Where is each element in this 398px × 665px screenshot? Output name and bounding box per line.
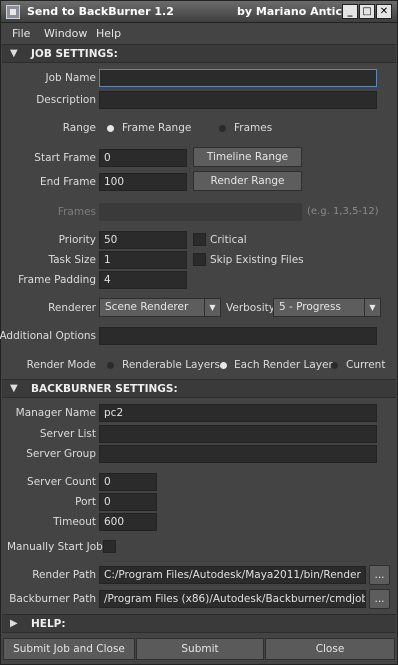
render-mode-each-layer-label: Each Render Layer — [234, 359, 333, 371]
job-name-label: Job Name — [45, 72, 96, 84]
render-mode-label: Render Mode — [26, 359, 96, 371]
backburner-settings-title: BACKBURNER SETTINGS: — [31, 383, 178, 395]
submit-and-close-button[interactable]: Submit Job and Close — [3, 638, 135, 660]
priority-label: Priority — [58, 234, 96, 246]
range-frames-label: Frames — [234, 122, 273, 134]
render-mode-renderable-label: Renderable Layers — [122, 359, 220, 371]
priority-input[interactable]: 50 — [99, 231, 187, 249]
critical-checkbox[interactable] — [193, 233, 206, 246]
range-frame-range-radio[interactable] — [107, 125, 114, 132]
render-mode-renderable-radio[interactable] — [107, 362, 114, 369]
manager-name-input[interactable]: pc2 — [99, 404, 377, 422]
frame-padding-label: Frame Padding — [18, 274, 96, 286]
timeline-range-button[interactable]: Timeline Range — [193, 147, 302, 167]
minimize-icon[interactable]: _ — [342, 4, 358, 19]
skip-existing-label: Skip Existing Files — [210, 254, 304, 266]
server-count-label: Server Count — [27, 476, 96, 488]
start-frame-label: Start Frame — [34, 152, 96, 164]
frames-input[interactable] — [99, 203, 302, 221]
render-path-browse-button[interactable]: ... — [369, 565, 390, 585]
expand-arrow-icon: ▶ — [10, 618, 18, 629]
window-title: Send to BackBurner 1.2 — [27, 5, 174, 18]
renderer-label: Renderer — [48, 302, 96, 314]
renderer-dropdown[interactable]: Scene Renderer ▼ — [99, 298, 221, 317]
maximize-icon[interactable]: □ — [359, 4, 375, 19]
timeout-input[interactable]: 600 — [99, 513, 157, 531]
backburner-path-browse-button[interactable]: ... — [369, 589, 390, 609]
render-mode-current-label: Current — [346, 359, 386, 371]
job-settings-header[interactable]: ▼ JOB SETTINGS: — [2, 44, 396, 63]
collapse-arrow-icon: ▼ — [10, 383, 18, 394]
chevron-down-icon: ▼ — [204, 299, 220, 316]
frames-label: Frames — [57, 206, 96, 218]
description-label: Description — [36, 94, 96, 106]
end-frame-input[interactable]: 100 — [99, 173, 187, 191]
backburner-path-label: Backburner Path — [9, 593, 96, 605]
timeout-label: Timeout — [53, 516, 96, 528]
backburner-settings-header[interactable]: ▼ BACKBURNER SETTINGS: — [2, 379, 396, 398]
range-frame-range-label: Frame Range — [122, 122, 192, 134]
server-count-input[interactable]: 0 — [99, 473, 157, 491]
description-input[interactable] — [99, 91, 377, 109]
render-path-label: Render Path — [32, 569, 96, 581]
menu-file[interactable]: File — [12, 27, 30, 40]
skip-existing-checkbox[interactable] — [193, 253, 206, 266]
range-label: Range — [62, 122, 96, 134]
job-settings-title: JOB SETTINGS: — [31, 48, 118, 60]
frame-padding-input[interactable]: 4 — [99, 271, 187, 289]
render-path-input[interactable]: C:/Program Files/Autodesk/Maya2011/bin/R… — [99, 566, 366, 584]
backburner-path-input[interactable]: /Program Files (x86)/Autodesk/Backburner… — [99, 590, 366, 608]
additional-options-label: Additional Options — [0, 330, 96, 342]
render-mode-current-radio[interactable] — [331, 362, 338, 369]
help-title: HELP: — [31, 618, 66, 630]
menu-bar: File Window Help — [1, 24, 397, 43]
start-frame-input[interactable]: 0 — [99, 149, 187, 167]
manual-start-label: Manually Start Job — [7, 541, 103, 553]
verbosity-dropdown[interactable]: 5 - Progress ▼ — [273, 298, 381, 317]
render-mode-each-layer-radio[interactable] — [220, 362, 227, 369]
frames-hint: (e.g. 1,3,5-12) — [307, 206, 379, 217]
send-to-backburner-window: Send to BackBurner 1.2 by Mariano Antico… — [0, 0, 398, 665]
title-bar[interactable]: Send to BackBurner 1.2 by Mariano Antico… — [1, 1, 397, 23]
server-list-label: Server List — [39, 428, 96, 440]
manual-start-checkbox[interactable] — [103, 540, 116, 553]
manager-name-label: Manager Name — [15, 407, 96, 419]
render-range-button[interactable]: Render Range — [193, 171, 302, 191]
verbosity-label: Verbosity — [226, 302, 275, 314]
close-icon[interactable]: ✕ — [376, 4, 392, 19]
server-group-input[interactable] — [99, 445, 377, 463]
task-size-label: Task Size — [48, 254, 96, 266]
critical-label: Critical — [210, 234, 247, 246]
server-list-input[interactable] — [99, 425, 377, 443]
help-header[interactable]: ▶ HELP: — [2, 614, 396, 633]
window-author: by Mariano Antico — [237, 5, 350, 18]
app-icon — [6, 5, 20, 19]
verbosity-value: 5 - Progress — [279, 301, 341, 313]
additional-options-input[interactable] — [99, 327, 377, 345]
menu-window[interactable]: Window — [44, 27, 87, 40]
task-size-input[interactable]: 1 — [99, 251, 187, 269]
server-group-label: Server Group — [26, 448, 96, 460]
range-frames-radio[interactable] — [219, 125, 226, 132]
close-button[interactable]: Close — [265, 638, 395, 660]
submit-button[interactable]: Submit — [136, 638, 264, 660]
menu-help[interactable]: Help — [96, 27, 121, 40]
chevron-down-icon: ▼ — [364, 299, 380, 316]
renderer-value: Scene Renderer — [105, 301, 189, 313]
end-frame-label: End Frame — [39, 176, 96, 188]
collapse-arrow-icon: ▼ — [10, 48, 18, 59]
job-name-input[interactable] — [99, 69, 377, 87]
port-label: Port — [75, 496, 96, 508]
port-input[interactable]: 0 — [99, 493, 157, 511]
